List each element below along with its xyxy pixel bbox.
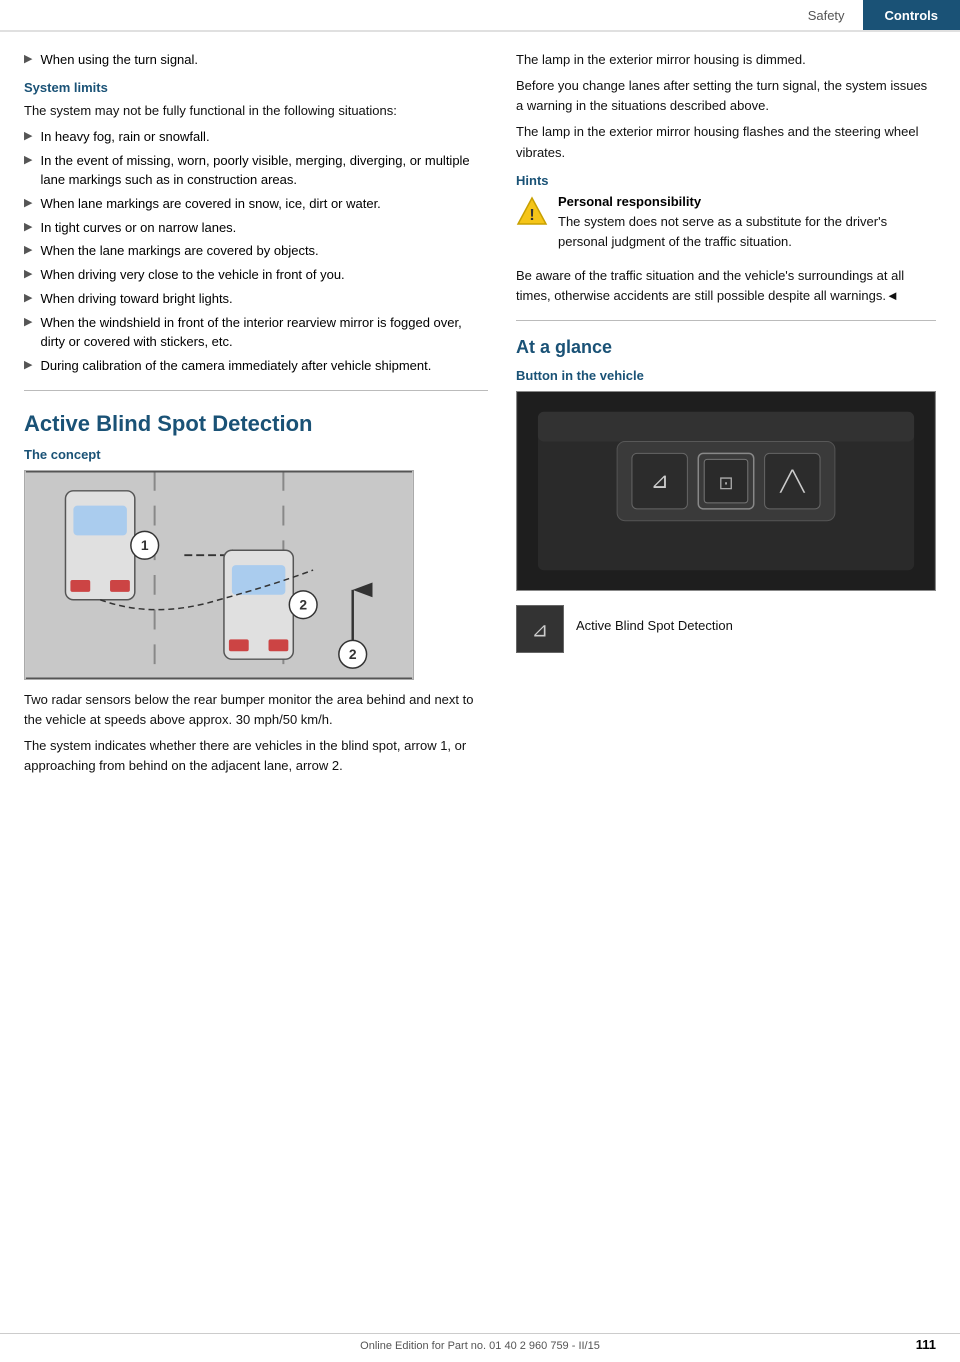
svg-text:⊿: ⊿ [651,468,669,493]
list-item: ▶When the lane markings are covered by o… [24,241,488,261]
list-item: ▶During calibration of the camera immedi… [24,356,488,376]
list-item: ▶When the windshield in front of the int… [24,313,488,352]
concept-subheading: The concept [24,447,488,462]
list-item: ▶When lane markings are covered in snow,… [24,194,488,214]
system-limits-list: ▶In heavy fog, rain or snowfall. ▶In the… [24,127,488,376]
bullet-arrow-icon: ▶ [24,265,32,285]
list-item: ▶In the event of missing, worn, poorly v… [24,151,488,190]
svg-text:2: 2 [349,646,357,662]
bullet-arrow-icon: ▶ [24,289,32,309]
svg-text:⊿: ⊿ [532,620,549,642]
blind-spot-icon-label: Active Blind Spot Detection [576,616,733,636]
blind-spot-icon-box: ⊿ [516,605,564,653]
vehicle-button-svg: ⊿ ⊡ ╱╲ [517,392,935,590]
bullet-arrow-icon: ▶ [24,194,32,214]
system-limits-intro: The system may not be fully functional i… [24,101,488,121]
bullet-arrow-icon: ▶ [24,151,32,171]
page-content: ▶ When using the turn signal. System lim… [0,32,960,822]
svg-text:╱╲: ╱╲ [779,469,805,493]
svg-text:!: ! [529,207,534,224]
right-column: The lamp in the exterior mirror housing … [516,50,936,782]
hints-text-block: Personal responsibility The system does … [558,194,936,258]
footer-text: Online Edition for Part no. 01 40 2 960 … [360,1340,600,1352]
bullet-arrow-icon: ▶ [24,50,32,70]
svg-text:1: 1 [141,537,149,553]
warning-icon: ! [516,196,548,228]
blind-spot-small-icon: ⊿ [518,607,562,651]
list-item: ▶In tight curves or on narrow lanes. [24,218,488,238]
hints-awareness-text: Be aware of the traffic situation and th… [516,266,936,306]
header-safety-label: Safety [790,0,863,30]
bullet-arrow-icon: ▶ [24,356,32,376]
icon-label-row: ⊿ Active Blind Spot Detection [516,605,936,653]
hints-warning-text: The system does not serve as a substitut… [558,212,936,252]
concept-diagram-image: 1 2 2 [24,470,414,680]
left-column: ▶ When using the turn signal. System lim… [24,50,488,782]
bullet-arrow-icon: ▶ [24,127,32,147]
system-limits-heading: System limits [24,80,488,95]
right-para1: The lamp in the exterior mirror housing … [516,50,936,70]
bullet-arrow-icon: ▶ [24,313,32,333]
footer: Online Edition for Part no. 01 40 2 960 … [0,1333,960,1352]
vehicle-button-image: ⊿ ⊡ ╱╲ [516,391,936,591]
intro-bullet-item: ▶ When using the turn signal. [24,50,488,70]
list-item: ▶When driving toward bright lights. [24,289,488,309]
page-number: 111 [916,1337,936,1352]
right-para3: The lamp in the exterior mirror housing … [516,122,936,162]
page-header: Safety Controls [0,0,960,32]
at-a-glance-heading: At a glance [516,337,936,358]
active-blind-spot-heading: Active Blind Spot Detection [24,411,488,437]
hints-heading: Hints [516,173,936,188]
svg-text:⊡: ⊡ [719,473,734,493]
concept-desc2: The system indicates whether there are v… [24,736,488,776]
concept-desc1: Two radar sensors below the rear bumper … [24,690,488,730]
right-section-divider [516,320,936,321]
concept-diagram-svg: 1 2 2 [25,471,413,679]
hints-warning-title: Personal responsibility [558,194,936,209]
list-item: ▶When driving very close to the vehicle … [24,265,488,285]
svg-text:2: 2 [299,596,307,612]
intro-bullet-list: ▶ When using the turn signal. [24,50,488,70]
right-para2: Before you change lanes after setting th… [516,76,936,116]
list-item: ▶In heavy fog, rain or snowfall. [24,127,488,147]
header-controls-label: Controls [863,0,960,30]
bullet-arrow-icon: ▶ [24,241,32,261]
section-divider [24,390,488,391]
bullet-arrow-icon: ▶ [24,218,32,238]
button-in-vehicle-heading: Button in the vehicle [516,368,936,383]
hints-box: ! Personal responsibility The system doe… [516,194,936,258]
